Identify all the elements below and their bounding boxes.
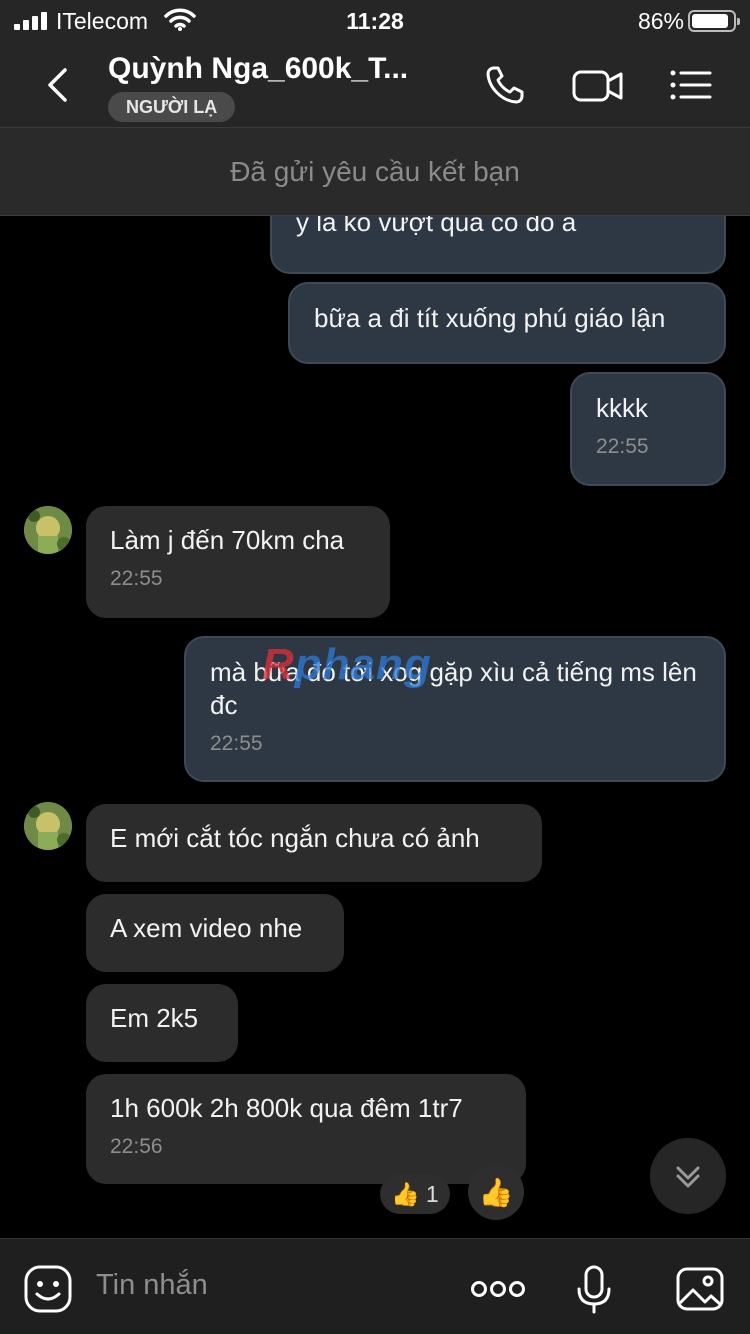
video-call-icon[interactable] [570, 60, 626, 110]
message-text: E mới cắt tóc ngắn chưa có ảnh [110, 823, 480, 853]
composer-bar: Tin nhắn [0, 1238, 750, 1334]
reaction-summary[interactable]: 👍 1 [380, 1174, 450, 1214]
react-button[interactable]: 👍 [468, 1164, 524, 1220]
message-bubble-in[interactable]: Em 2k5 [86, 984, 238, 1062]
message-text: mà bữa đó tới xog gặp xìu cả tiếng ms lê… [210, 657, 697, 720]
message-text: y là ko vượt qua có đó á [296, 216, 577, 237]
message-text: kkkk [596, 393, 648, 423]
message-bubble-out[interactable]: mà bữa đó tới xog gặp xìu cả tiếng ms lê… [184, 636, 726, 782]
message-bubble-in[interactable]: A xem video nhe [86, 894, 344, 972]
message-bubble-in[interactable]: E mới cắt tóc ngắn chưa có ảnh [86, 804, 542, 882]
sticker-icon[interactable] [22, 1263, 74, 1315]
status-bar: ITelecom 11:28 86% [0, 0, 750, 40]
phone-icon[interactable] [480, 60, 530, 110]
battery-percent: 86% [637, 8, 684, 34]
message-bubble-in[interactable]: 1h 600k 2h 800k qua đêm 1tr7 22:56 [86, 1074, 526, 1184]
message-bubble-in[interactable]: Làm j đến 70km cha 22:55 [86, 506, 390, 618]
more-icon[interactable] [470, 1263, 526, 1315]
message-list[interactable]: y là ko vượt qua có đó á bữa a đi tít xu… [0, 216, 750, 1238]
message-time: 22:55 [596, 435, 649, 458]
menu-icon[interactable] [666, 60, 716, 110]
message-time: 22:55 [110, 567, 163, 590]
thumbs-up-icon: 👍 [478, 1176, 514, 1208]
back-icon[interactable] [34, 60, 84, 110]
avatar[interactable] [24, 802, 72, 850]
friend-request-status: Đã gửi yêu cầu kết bạn [0, 128, 750, 216]
chevron-down-icon [676, 1166, 700, 1188]
stranger-badge: NGƯỜI LẠ [108, 92, 236, 122]
reaction-count: 1 [425, 1180, 439, 1207]
message-time: 22:56 [110, 1135, 163, 1158]
battery-icon [688, 10, 740, 32]
message-bubble-out[interactable]: bữa a đi tít xuống phú giáo lận [288, 282, 726, 364]
message-input[interactable]: Tin nhắn [96, 1269, 208, 1302]
scroll-to-bottom-button[interactable] [650, 1138, 726, 1214]
message-text: 1h 600k 2h 800k qua đêm 1tr7 [110, 1093, 463, 1123]
message-text: bữa a đi tít xuống phú giáo lận [314, 303, 666, 333]
contact-name[interactable]: Quỳnh Nga_600k_T... [108, 52, 408, 86]
avatar[interactable] [24, 506, 72, 554]
message-text: Làm j đến 70km cha [110, 525, 345, 555]
message-time: 22:55 [210, 732, 263, 755]
thumbs-up-icon: 👍 [391, 1180, 420, 1207]
message-bubble-out[interactable]: y là ko vượt qua có đó á [270, 216, 726, 274]
chat-header: Quỳnh Nga_600k_T... NGƯỜI LẠ [0, 40, 750, 128]
microphone-icon[interactable] [568, 1263, 620, 1315]
image-icon[interactable] [674, 1263, 726, 1315]
message-text: A xem video nhe [110, 913, 303, 943]
message-text: Em 2k5 [110, 1003, 199, 1033]
message-bubble-out[interactable]: kkkk 22:55 [570, 372, 726, 486]
